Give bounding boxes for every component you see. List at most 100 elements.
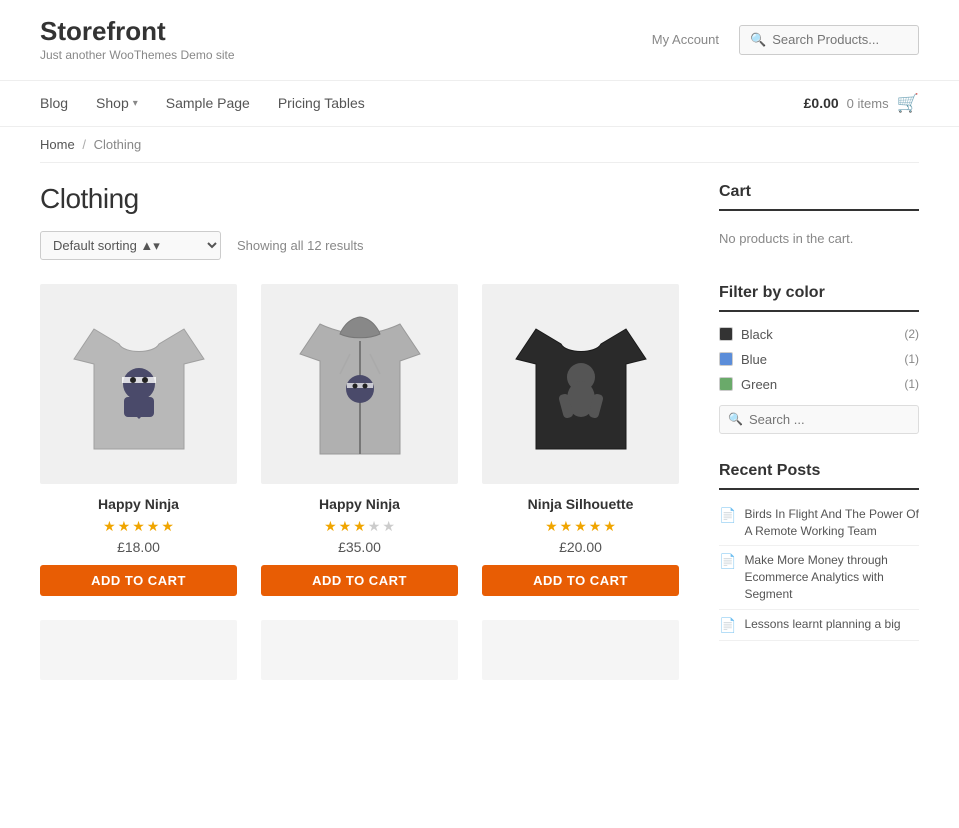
recent-post-link-1[interactable]: Birds In Flight And The Power Of A Remot…	[744, 506, 919, 540]
breadcrumb-separator: /	[82, 137, 86, 152]
sidebar-filter-color: Filter by color Black (2) Blue (1)	[719, 284, 919, 434]
star-5: ★	[161, 518, 174, 535]
results-count: Showing all 12 results	[237, 238, 363, 253]
product-stars: ★ ★ ★ ★ ★	[40, 518, 237, 535]
star-1: ★	[324, 518, 337, 535]
filter-item-left: Blue	[719, 352, 767, 367]
star-2: ★	[339, 518, 352, 535]
filter-item-blue: Blue (1)	[719, 347, 919, 372]
post-icon: 📄	[719, 617, 736, 634]
site-title: Storefront	[40, 16, 235, 47]
post-icon: 📄	[719, 507, 736, 524]
search-box-header: 🔍	[739, 25, 919, 55]
site-header: Storefront Just another WooThemes Demo s…	[0, 0, 959, 81]
breadcrumb-home[interactable]: Home	[40, 137, 75, 152]
recent-post-link-3[interactable]: Lessons learnt planning a big	[744, 616, 900, 633]
star-1: ★	[545, 518, 558, 535]
header-right: My Account 🔍	[652, 25, 919, 55]
post-icon: 📄	[719, 553, 736, 570]
nav-shop[interactable]: Shop ▾	[96, 95, 138, 111]
sidebar-search-icon: 🔍	[728, 412, 743, 426]
star-3: ★	[574, 518, 587, 535]
logo: Storefront Just another WooThemes Demo s…	[40, 16, 235, 64]
add-to-cart-button[interactable]: Add to cart	[40, 565, 237, 596]
filter-label-blue[interactable]: Blue	[741, 352, 767, 367]
product-stars: ★ ★ ★ ★ ★	[261, 518, 458, 535]
filter-count-green: (1)	[904, 377, 919, 391]
page-title: Clothing	[40, 183, 679, 215]
filter-item-left: Green	[719, 377, 777, 392]
cart-icon[interactable]: 🛒	[897, 93, 919, 114]
product-card-partial	[261, 620, 458, 692]
star-3: ★	[353, 518, 366, 535]
filter-color-title: Filter by color	[719, 284, 919, 312]
sidebar-cart: Cart No products in the cart.	[719, 183, 919, 256]
star-5: ★	[603, 518, 616, 535]
products-grid: Happy Ninja ★ ★ ★ ★ ★ £18.00 Add to cart	[40, 284, 679, 692]
sidebar-search-box: 🔍	[719, 405, 919, 434]
search-input-header[interactable]	[772, 32, 902, 47]
star-4: ★	[589, 518, 602, 535]
my-account-link[interactable]: My Account	[652, 32, 719, 47]
star-4: ★	[368, 518, 381, 535]
nav-sample-page[interactable]: Sample Page	[166, 95, 250, 111]
breadcrumb: Home / Clothing	[0, 127, 959, 162]
nav-links: Blog Shop ▾ Sample Page Pricing Tables	[40, 95, 365, 111]
filter-item-green: Green (1)	[719, 372, 919, 397]
sidebar-search-input[interactable]	[749, 412, 910, 427]
product-price: £18.00	[40, 539, 237, 555]
add-to-cart-button[interactable]: Add to cart	[482, 565, 679, 596]
cart-total: £0.00	[804, 95, 839, 111]
product-card-partial	[40, 620, 237, 692]
sidebar: Cart No products in the cart. Filter by …	[719, 183, 919, 692]
product-card: Ninja Silhouette ★ ★ ★ ★ ★ £20.00 Add to…	[482, 284, 679, 596]
recent-post-item: 📄 Lessons learnt planning a big	[719, 610, 919, 641]
product-card-partial	[482, 620, 679, 692]
product-image-happy-ninja-1	[40, 284, 237, 484]
filter-label-black[interactable]: Black	[741, 327, 773, 342]
product-name: Ninja Silhouette	[482, 496, 679, 512]
main-container: Clothing Default sorting ▲▾ Sort by popu…	[0, 163, 959, 732]
star-1: ★	[103, 518, 116, 535]
product-image-partial-1	[40, 620, 237, 680]
star-3: ★	[132, 518, 145, 535]
product-name: Happy Ninja	[261, 496, 458, 512]
color-swatch-black	[719, 327, 733, 341]
sidebar-recent-posts: Recent Posts 📄 Birds In Flight And The P…	[719, 462, 919, 641]
filter-label-green[interactable]: Green	[741, 377, 777, 392]
recent-posts-title: Recent Posts	[719, 462, 919, 490]
cart-area: £0.00 0 items 🛒	[804, 93, 919, 114]
cart-items-count: 0 items	[847, 96, 889, 111]
product-stars: ★ ★ ★ ★ ★	[482, 518, 679, 535]
search-icon: 🔍	[750, 32, 766, 48]
product-price: £35.00	[261, 539, 458, 555]
star-2: ★	[560, 518, 573, 535]
star-5: ★	[382, 518, 395, 535]
recent-post-link-2[interactable]: Make More Money through Ecommerce Analyt…	[744, 552, 919, 602]
filter-count-black: (2)	[904, 327, 919, 341]
filter-count-blue: (1)	[904, 352, 919, 366]
product-price: £20.00	[482, 539, 679, 555]
sorting-bar: Default sorting ▲▾ Sort by popularity So…	[40, 231, 679, 260]
nav-pricing-tables[interactable]: Pricing Tables	[278, 95, 365, 111]
nav-blog[interactable]: Blog	[40, 95, 68, 111]
product-image-happy-ninja-2	[261, 284, 458, 484]
product-image-ninja-silhouette	[482, 284, 679, 484]
color-swatch-blue	[719, 352, 733, 366]
main-content: Clothing Default sorting ▲▾ Sort by popu…	[40, 183, 679, 692]
sort-select[interactable]: Default sorting ▲▾ Sort by popularity So…	[40, 231, 221, 260]
product-card: Happy Ninja ★ ★ ★ ★ ★ £35.00 Add to cart	[261, 284, 458, 596]
product-card: Happy Ninja ★ ★ ★ ★ ★ £18.00 Add to cart	[40, 284, 237, 596]
main-nav: Blog Shop ▾ Sample Page Pricing Tables £…	[0, 81, 959, 127]
product-image-partial-3	[482, 620, 679, 680]
filter-item-left: Black	[719, 327, 773, 342]
star-2: ★	[118, 518, 131, 535]
filter-item-black: Black (2)	[719, 322, 919, 347]
color-swatch-green	[719, 377, 733, 391]
add-to-cart-button[interactable]: Add to cart	[261, 565, 458, 596]
color-filter-list: Black (2) Blue (1) Green (1)	[719, 322, 919, 397]
cart-sidebar-title: Cart	[719, 183, 919, 211]
chevron-down-icon: ▾	[133, 98, 138, 109]
breadcrumb-current: Clothing	[94, 137, 142, 152]
product-name: Happy Ninja	[40, 496, 237, 512]
